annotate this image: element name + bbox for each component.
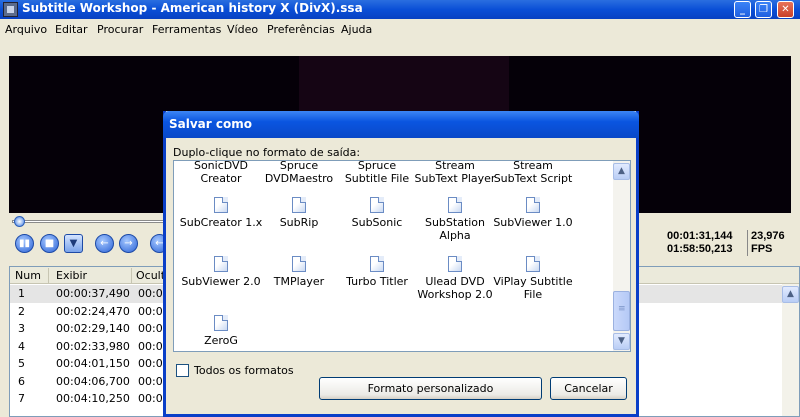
scroll-up-icon[interactable]: ▲ [782,286,799,303]
time-display: 00:01:31,144 01:58:50,213 [667,230,732,256]
file-icon [448,256,462,272]
scroll-thumb[interactable] [613,291,630,331]
play-button[interactable]: ▮▮ [15,234,34,253]
format-item[interactable]: Ulead DVD Workshop 2.0 [413,256,497,301]
file-icon [292,256,306,272]
minimize-button[interactable]: _ [734,1,751,18]
fps-label: FPS [751,243,773,255]
menu-ajuda[interactable]: Ajuda [341,23,372,36]
file-icon [526,197,540,213]
format-item[interactable]: ZeroG [179,315,263,347]
dialog-title-bar: Salvar como [163,111,639,138]
format-item[interactable]: SubRip [257,197,341,229]
dialog-title: Salvar como [169,117,252,131]
format-item[interactable]: TMPlayer [257,256,341,288]
seek-track [12,220,167,223]
file-icon [292,197,306,213]
menu-video[interactable]: Vídeo [227,23,258,36]
file-icon [370,256,384,272]
close-button[interactable]: ✕ [777,1,794,18]
menu-ferramentas[interactable]: Ferramentas [152,23,221,36]
time-total: 01:58:50,213 [667,243,733,255]
set-time-button[interactable]: ▼ [64,234,83,253]
title-bar: Subtitle Workshop - American history X (… [0,0,800,19]
window-title: Subtitle Workshop - American history X (… [22,1,363,15]
format-item[interactable]: SubViewer 2.0 [179,256,263,288]
scroll-down-icon[interactable]: ▼ [613,333,630,350]
custom-format-button[interactable]: Formato personalizado [319,377,542,400]
all-formats-label: Todos os formatos [194,364,294,377]
column-exibir[interactable]: Exibir [56,269,87,282]
file-icon [448,197,462,213]
all-formats-checkbox[interactable] [176,364,189,377]
file-icon [214,315,228,331]
format-item[interactable]: SonicDVD Creator [179,161,263,185]
stop-button[interactable]: ■ [40,234,59,253]
format-item[interactable]: Turbo Titler [335,256,419,288]
file-icon [370,197,384,213]
format-item[interactable]: Stream SubText Script [491,161,575,185]
format-list[interactable]: SonicDVD Creator Spruce DVDMaestro Spruc… [173,160,631,352]
column-num[interactable]: Num [15,269,41,282]
menu-bar: Arquivo Editar Procurar Ferramentas Víde… [0,19,800,41]
seek-slider[interactable] [12,216,167,227]
format-item[interactable]: SubViewer 1.0 [491,197,575,229]
menu-preferencias[interactable]: Preferências [267,23,335,36]
time-current: 00:01:31,144 [667,230,733,242]
format-item[interactable]: Spruce DVDMaestro [257,161,341,185]
save-as-dialog: Salvar como Duplo-clique no formato de s… [163,111,639,417]
format-item[interactable]: SubSonic [335,197,419,229]
format-item[interactable]: Spruce Subtitle File [335,161,419,185]
fps-display: 23,976 FPS [747,230,785,256]
fps-value: 23,976 [751,230,785,242]
format-scrollbar[interactable]: ▲ ▼ [613,161,630,351]
format-item[interactable]: SubStation Alpha [413,197,497,242]
rewind-button[interactable]: ← [95,234,114,253]
dialog-prompt: Duplo-clique no formato de saída: [173,146,361,159]
forward-button[interactable]: → [119,234,138,253]
maximize-button[interactable]: ❐ [755,1,772,18]
list-scrollbar[interactable]: ▲ [782,284,799,416]
menu-procurar[interactable]: Procurar [97,23,143,36]
scroll-up-icon[interactable]: ▲ [613,163,630,180]
app-icon [3,2,18,17]
file-icon [214,197,228,213]
cancel-button[interactable]: Cancelar [550,377,627,400]
menu-editar[interactable]: Editar [55,23,88,36]
file-icon [214,256,228,272]
column-ocultar[interactable]: Ocult [136,269,165,282]
file-icon [526,256,540,272]
menu-arquivo[interactable]: Arquivo [5,23,47,36]
format-item[interactable]: SubCreator 1.x [179,197,263,229]
format-item[interactable]: Stream SubText Player [413,161,497,185]
format-item[interactable]: ViPlay Subtitle File [491,256,575,301]
seek-thumb[interactable] [14,216,25,227]
